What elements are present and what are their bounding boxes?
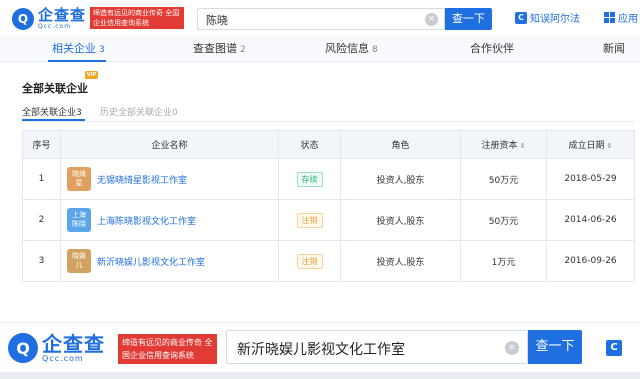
row-role: 投资人,股东 <box>340 240 461 282</box>
row-role: 投资人,股东 <box>340 199 461 241</box>
app-link-label: 应用 <box>618 14 638 25</box>
subtab-history-related[interactable]: 历史全部关联企业0 <box>100 105 178 118</box>
section-title: 全部关联企业 <box>22 82 88 95</box>
aier-link[interactable]: C 知误阿尔法 <box>515 10 580 25</box>
company-name-link[interactable]: 上海陈晓影视文化工作室 <box>97 214 196 227</box>
close-circle-icon[interactable]: × <box>505 341 519 355</box>
tab-label: 查查图谱 <box>193 42 237 55</box>
search-box[interactable]: 新沂晓娱儿影视文化工作室 × <box>226 330 528 364</box>
aier-logo-icon: C <box>515 11 527 24</box>
tab-count: 3 <box>99 45 105 55</box>
row-capital: 1万元 <box>460 240 547 282</box>
company-thumb: 晓绮星 <box>67 167 91 191</box>
tab-news[interactable]: 新闻 <box>603 36 625 62</box>
col-capital-header[interactable]: 注册资本 ⇕ <box>460 130 547 159</box>
app-grid-icon <box>604 12 615 23</box>
capital-header-label: 注册资本 <box>481 141 518 151</box>
search-box[interactable]: 陈晓 × <box>197 8 445 30</box>
table-row: 1 晓绮星 无锡晓绮星影视工作室 存续 投资人,股东 50万元 2018-05-… <box>22 158 635 200</box>
row-capital: 50万元 <box>460 199 547 241</box>
vip-badge: VIP <box>85 71 98 79</box>
col-name-header: 企业名称 <box>60 130 279 159</box>
tab-count: 2 <box>240 45 246 55</box>
search-button[interactable]: 查一下 <box>528 330 582 364</box>
col-index-header: 序号 <box>22 130 61 159</box>
tab-label: 合作伙伴 <box>470 42 514 55</box>
company-name-link[interactable]: 无锡晓绮星影视工作室 <box>97 173 187 186</box>
row-role: 投资人,股东 <box>340 158 461 200</box>
company-name-link[interactable]: 新沂晓娱儿影视文化工作室 <box>97 255 205 268</box>
company-thumb: 晓娱儿 <box>67 249 91 273</box>
status-badge: 存续 <box>296 171 323 187</box>
related-companies-table: 序号 企业名称 状态 角色 注册资本 ⇕ 成立日期 ⇕ 1 晓绮星 无锡晓绮星影视工… <box>22 130 635 282</box>
row-index: 2 <box>22 199 61 241</box>
table-header-row: 序号 企业名称 状态 角色 注册资本 ⇕ 成立日期 ⇕ <box>22 130 635 159</box>
logo-domain: Qcc.com <box>38 23 72 30</box>
table-row: 3 晓娱儿 新沂晓娱儿影视文化工作室 注销 投资人,股东 1万元 2016-09… <box>22 240 635 282</box>
col-role-header: 角色 <box>340 130 461 159</box>
search-input[interactable]: 陈晓 <box>206 12 228 28</box>
status-badge: 注销 <box>296 212 323 228</box>
aier-logo-icon: C <box>606 340 622 356</box>
row-capital: 50万元 <box>460 158 547 200</box>
top-header: Q 企查查 Qcc.com 缔造有远见的商业传奇 全国企业信用查询系统 陈晓 ×… <box>0 0 640 36</box>
date-header-label: 成立日期 <box>568 141 605 151</box>
sort-icon[interactable]: ⇕ <box>607 142 613 150</box>
logo-name: 企查查 <box>38 6 87 24</box>
tab-related-companies[interactable]: 相关企业 3 <box>52 36 105 62</box>
row-index: 1 <box>22 158 61 200</box>
tab-partners[interactable]: 合作伙伴 <box>470 36 514 62</box>
close-circle-icon[interactable]: × <box>425 13 438 26</box>
col-status-header: 状态 <box>278 130 341 159</box>
qcc-logo-icon: Q <box>8 333 38 363</box>
table-row: 2 上海陈晓 上海陈晓影视文化工作室 注销 投资人,股东 50万元 2014-0… <box>22 199 635 241</box>
qcc-search-result-screenshot: Q 企查查 Qcc.com 缔造有远见的商业传奇 全国企业信用查询系统 陈晓 ×… <box>0 0 640 379</box>
search-input[interactable]: 新沂晓娱儿影视文化工作室 <box>237 339 405 359</box>
row-date: 2014-06-26 <box>546 199 635 241</box>
qcc-logo-large[interactable]: Q 企查查 Qcc.com <box>8 333 105 363</box>
aier-link[interactable]: C <box>606 339 630 357</box>
tab-risk[interactable]: 风险信息 8 <box>325 36 378 62</box>
slogan-banner: 缔造有远见的商业传奇 全国企业信用查询系统 <box>118 334 217 364</box>
row-date: 2016-09-26 <box>546 240 635 282</box>
sort-icon[interactable]: ⇕ <box>520 142 526 150</box>
col-date-header[interactable]: 成立日期 ⇕ <box>546 130 635 159</box>
tab-bar: 相关企业 3 查查图谱 2 风险信息 8 合作伙伴 新闻 <box>0 36 640 62</box>
slogan-banner: 缔造有远见的商业传奇 全国企业信用查询系统 <box>90 7 184 29</box>
bottom-search-header: Q 企查查 Qcc.com 缔造有远见的商业传奇 全国企业信用查询系统 新沂晓娱… <box>0 322 640 372</box>
qcc-logo[interactable]: Q 企查查 Qcc.com <box>12 7 86 31</box>
qcc-logo-icon: Q <box>12 8 34 30</box>
active-tab-underline <box>48 60 106 62</box>
subtab-all-related[interactable]: 全部关联企业3 <box>22 105 82 118</box>
tab-label: 新闻 <box>603 42 625 55</box>
row-index: 3 <box>22 240 61 282</box>
company-thumb: 上海陈晓 <box>67 208 91 232</box>
aier-link-label: 知误阿尔法 <box>530 14 580 25</box>
bottom-edge <box>0 372 640 379</box>
search-button[interactable]: 查一下 <box>445 8 492 30</box>
tab-graph[interactable]: 查查图谱 2 <box>193 36 246 62</box>
row-date: 2018-05-29 <box>546 158 635 200</box>
subtab-divider <box>22 121 634 122</box>
tab-label: 相关企业 <box>52 42 96 55</box>
logo-name: 企查查 <box>42 331 105 356</box>
app-link[interactable]: 应用 <box>604 10 638 25</box>
tab-label: 风险信息 <box>325 42 369 55</box>
tab-count: 8 <box>372 45 378 55</box>
logo-domain: Qcc.com <box>42 353 84 363</box>
status-badge: 注销 <box>296 253 323 269</box>
